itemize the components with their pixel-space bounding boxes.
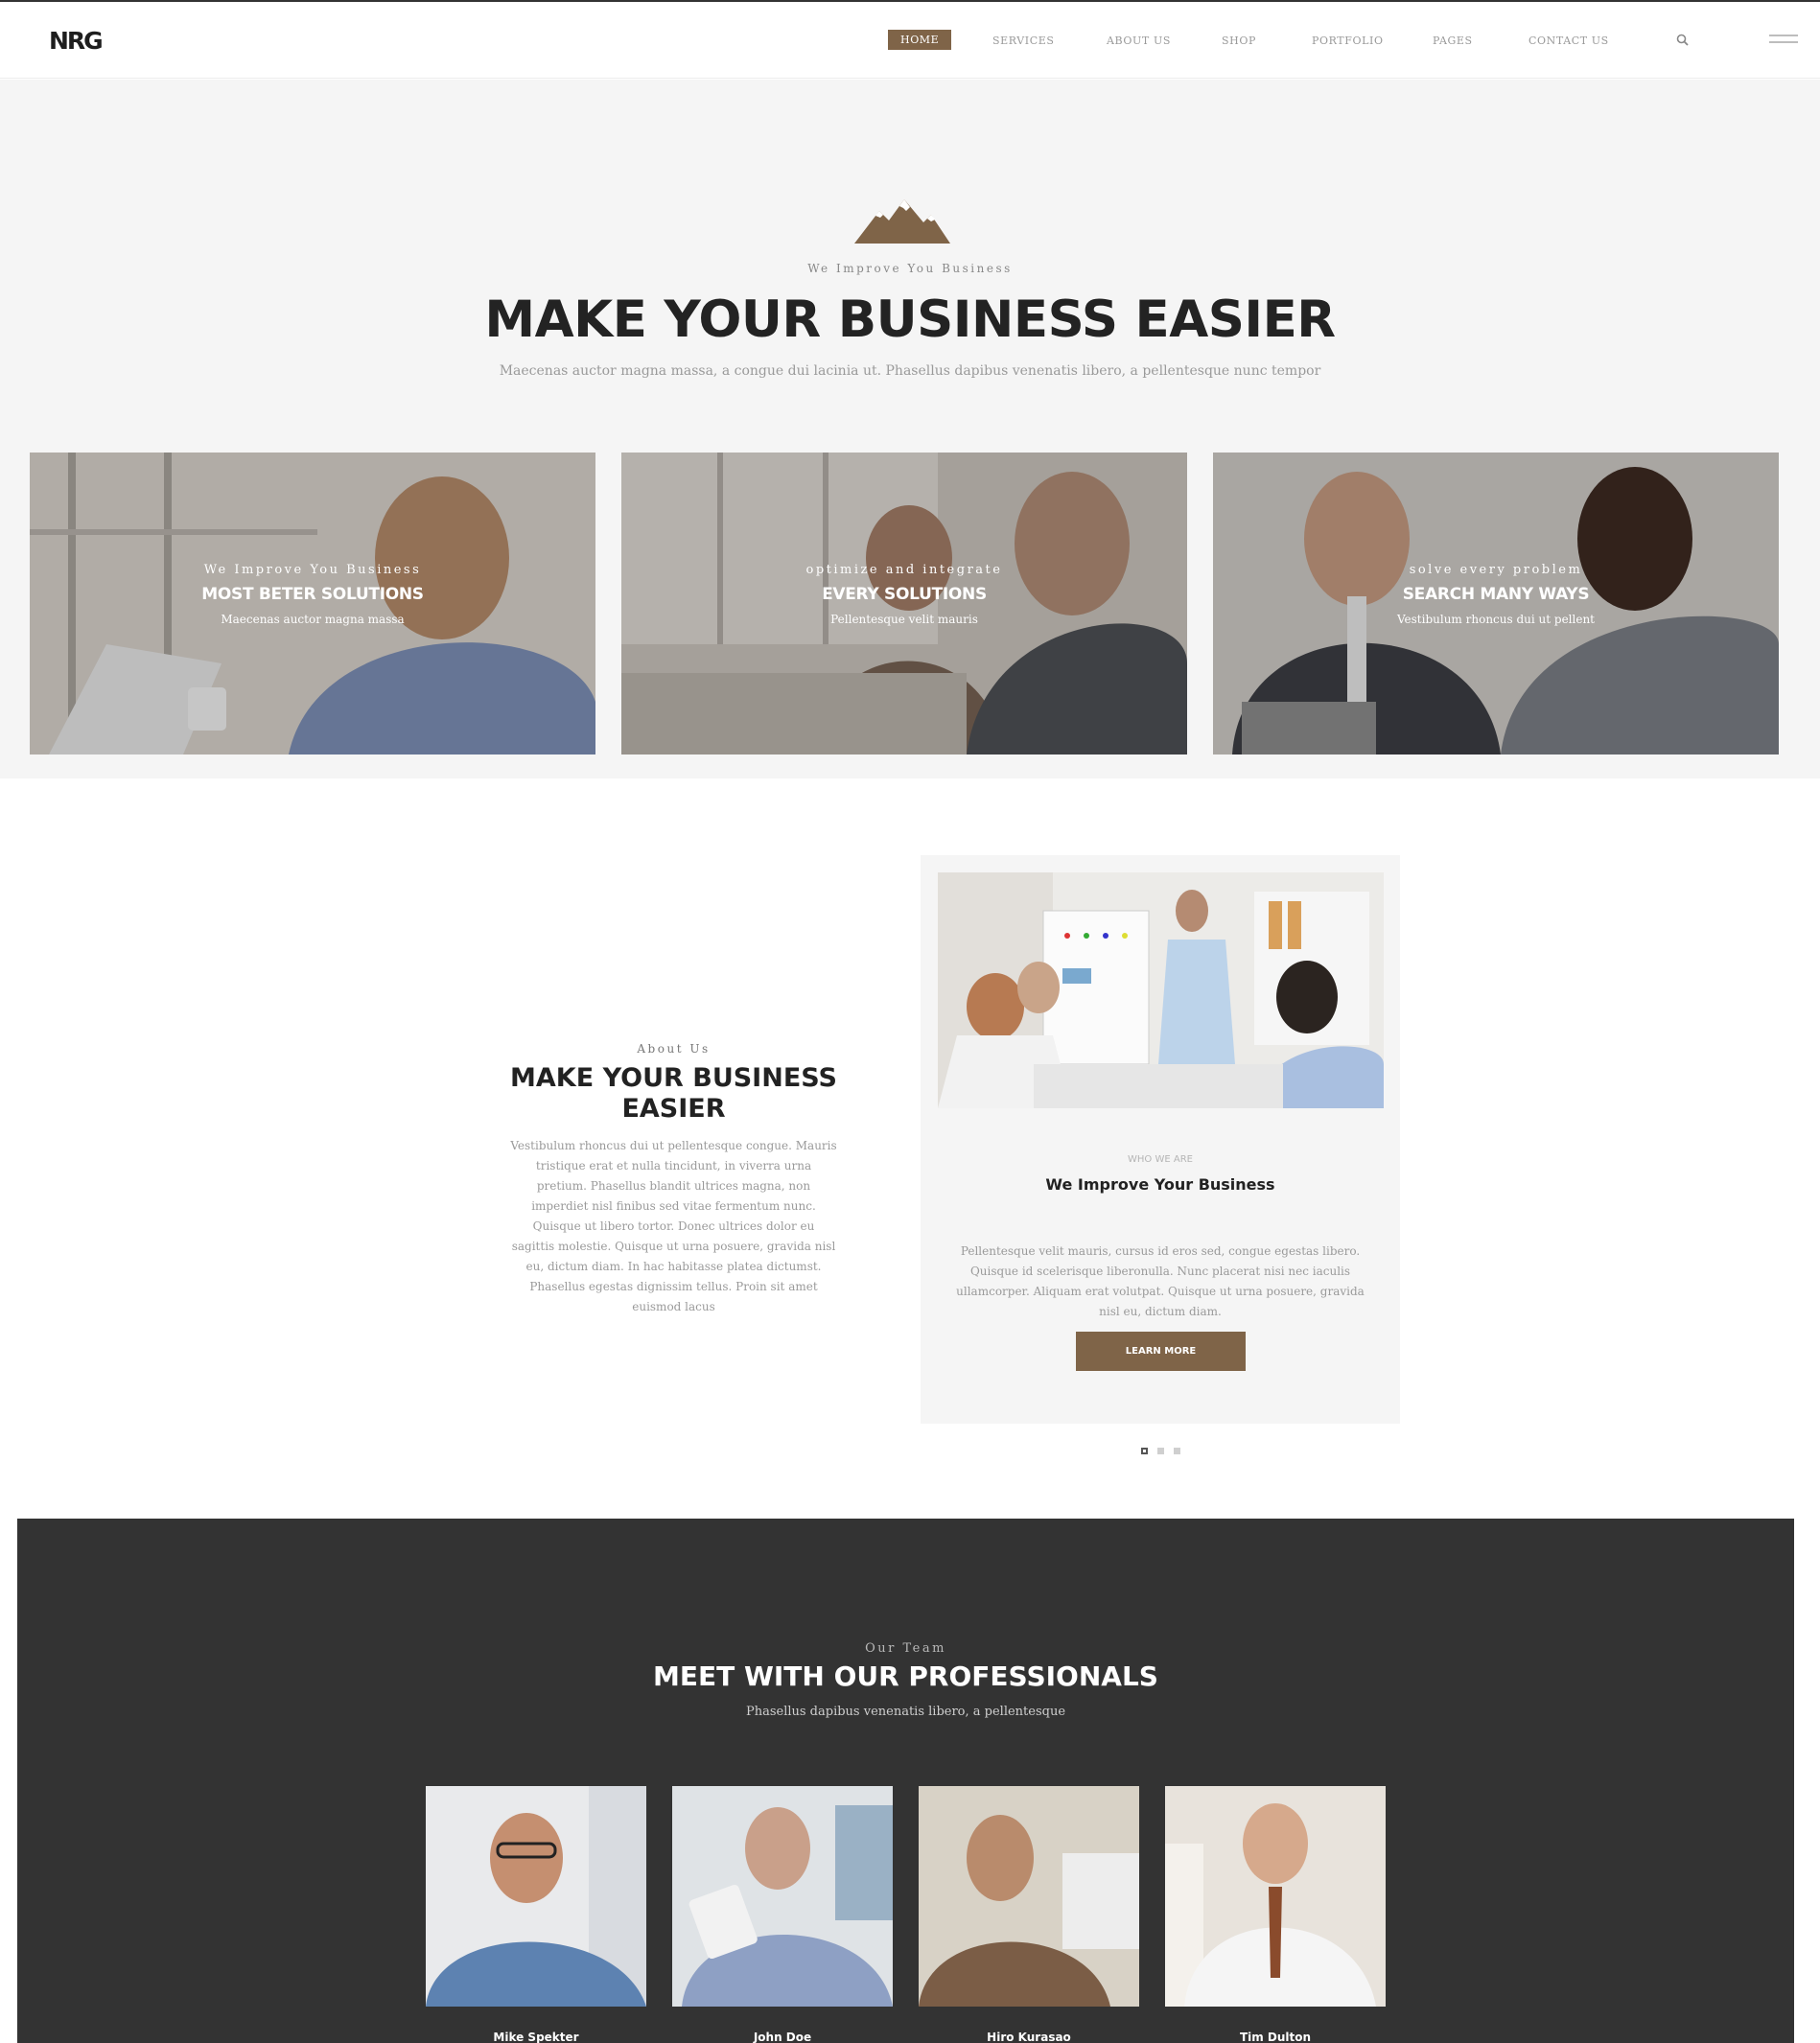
- nav-services[interactable]: SERVICES: [992, 31, 1055, 51]
- card-subtitle: Pellentesque velit mauris: [830, 613, 978, 626]
- learn-more-button[interactable]: LEARN MORE: [1076, 1332, 1246, 1371]
- site-logo[interactable]: NRG: [49, 27, 104, 55]
- member-photo: [1165, 1786, 1386, 2007]
- card-eyebrow: We Improve You Business: [203, 563, 422, 577]
- hamburger-menu-icon[interactable]: [1769, 35, 1798, 44]
- team-member-4[interactable]: Tim Dulton: [1165, 1786, 1386, 2043]
- slide-body: Pellentesque velit mauris, cursus id ero…: [956, 1244, 1365, 1318]
- about-slider: WHO WE ARE We Improve Your Business Pell…: [921, 855, 1400, 1424]
- about-text-block: About Us MAKE YOUR BUSINESS EASIER Vesti…: [499, 1042, 849, 1317]
- member-name[interactable]: Tim Dulton: [1165, 2031, 1386, 2043]
- hero-title: MAKE YOUR BUSINESS EASIER: [484, 290, 1336, 349]
- slider-dot-1[interactable]: [1141, 1448, 1148, 1454]
- slider-dot-3[interactable]: [1174, 1448, 1180, 1454]
- about-section: About Us MAKE YOUR BUSINESS EASIER Vesti…: [19, 778, 1795, 1519]
- nav-pages[interactable]: PAGES: [1433, 31, 1473, 51]
- card-subtitle: Vestibulum rhoncus dui ut pellent: [1396, 613, 1596, 626]
- about-title: MAKE YOUR BUSINESS EASIER: [510, 1063, 837, 1124]
- team-member-3[interactable]: Hiro Kurasao: [919, 1786, 1139, 2043]
- member-photo: [919, 1786, 1139, 2007]
- card-eyebrow: solve every problem: [1409, 563, 1583, 577]
- card-eyebrow: optimize and integrate: [805, 563, 1003, 577]
- nav-shop[interactable]: SHOP: [1222, 31, 1256, 51]
- card-title: EVERY SOLUTIONS: [822, 585, 987, 604]
- about-eyebrow: About Us: [637, 1042, 711, 1056]
- mountain-icon: [854, 199, 950, 247]
- team-subtitle: Phasellus dapibus venenatis libero, a pe…: [745, 1705, 1066, 1719]
- feature-card-2[interactable]: optimize and integrate EVERY SOLUTIONS P…: [621, 453, 1187, 755]
- search-icon[interactable]: [1675, 33, 1691, 48]
- member-name[interactable]: John Doe: [672, 2031, 893, 2043]
- member-photo: [672, 1786, 893, 2007]
- member-photo: [426, 1786, 646, 2007]
- nav-home[interactable]: HOME: [888, 30, 952, 50]
- card-title: SEARCH MANY WAYS: [1402, 585, 1590, 604]
- team-member-2[interactable]: John Doe: [672, 1786, 893, 2043]
- about-body: Vestibulum rhoncus dui ut pellentesque c…: [510, 1139, 837, 1313]
- team-eyebrow: Our Team: [865, 1641, 946, 1656]
- nav-about-us[interactable]: ABOUT US: [1107, 31, 1171, 51]
- site-header: NRG HOME SERVICES ABOUT US SHOP PORTFOLI…: [0, 0, 1820, 79]
- nav-contact-us[interactable]: CONTACT US: [1528, 31, 1609, 51]
- nav-portfolio[interactable]: PORTFOLIO: [1312, 31, 1384, 51]
- hero-eyebrow: We Improve You Business: [807, 262, 1013, 275]
- slide-eyebrow: WHO WE ARE: [1128, 1154, 1193, 1165]
- team-section: Our Team MEET WITH OUR PROFESSIONALS Pha…: [17, 1519, 1794, 2043]
- slider-dot-2[interactable]: [1157, 1448, 1164, 1454]
- card-title: MOST BETER SOLUTIONS: [201, 585, 424, 604]
- team-member-1[interactable]: Mike Spekter: [426, 1786, 646, 2043]
- feature-card-3[interactable]: solve every problem SEARCH MANY WAYS Ves…: [1213, 453, 1779, 755]
- slide-photo: [938, 872, 1384, 1108]
- member-name[interactable]: Mike Spekter: [426, 2031, 646, 2043]
- card-subtitle: Maecenas auctor magna massa: [221, 613, 405, 626]
- team-title: MEET WITH OUR PROFESSIONALS: [653, 1660, 1158, 1692]
- hero-section: We Improve You Business MAKE YOUR BUSINE…: [0, 80, 1820, 778]
- feature-card-1[interactable]: We Improve You Business MOST BETER SOLUT…: [30, 453, 595, 755]
- slide-title: We Improve Your Business: [1045, 1175, 1275, 1194]
- hero-subtitle: Maecenas auctor magna massa, a congue du…: [499, 363, 1321, 379]
- member-name[interactable]: Hiro Kurasao: [919, 2031, 1139, 2043]
